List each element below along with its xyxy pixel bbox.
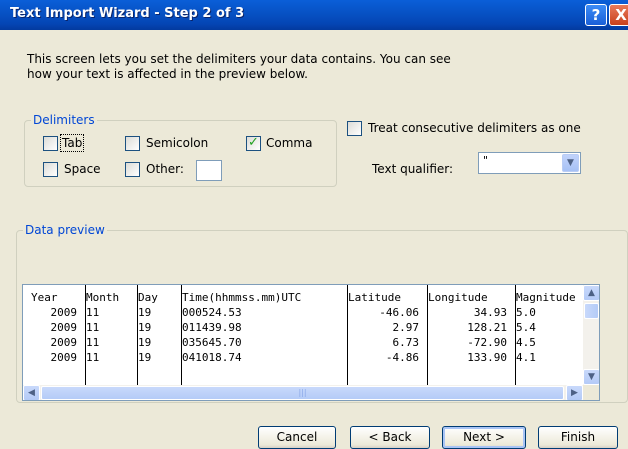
preview-cell: 4.1 bbox=[516, 351, 536, 364]
preview-cell: 19 bbox=[138, 321, 152, 334]
text-qualifier-label: Text qualifier: bbox=[372, 162, 454, 176]
preview-cell: 000524.53 bbox=[182, 306, 242, 319]
preview-cell: 2009 bbox=[50, 351, 78, 364]
preview-column[interactable]: Magnitude 5.0 5.4 4.5 4.1 bbox=[515, 285, 583, 385]
treat-consecutive-label[interactable]: Treat consecutive delimiters as one bbox=[368, 121, 581, 135]
preview-cell: -72.90 bbox=[467, 336, 507, 349]
preview-cell: 035645.70 bbox=[182, 336, 242, 349]
text-qualifier-select[interactable]: " ▼ bbox=[478, 152, 581, 174]
data-preview-grid[interactable]: Year 2009 2009 2009 2009 Month 11 11 11 11 Day 19 19… bbox=[23, 285, 583, 385]
delimiters-group: Delimiters bbox=[24, 113, 337, 187]
preview-column[interactable]: Day 19 19 19 19 bbox=[137, 285, 179, 385]
semicolon-label[interactable]: Semicolon bbox=[146, 136, 208, 150]
preview-column[interactable]: Longitude 34.93 128.21 -72.90 133.90 bbox=[427, 285, 513, 385]
intro-text: This screen lets you set the delimiters … bbox=[27, 52, 507, 82]
preview-cell: 11 bbox=[86, 321, 100, 334]
other-checkbox[interactable] bbox=[125, 162, 140, 177]
other-delimiter-input[interactable] bbox=[196, 160, 222, 181]
preview-column-header: Year bbox=[31, 291, 58, 304]
preview-cell: 5.4 bbox=[516, 321, 536, 334]
preview-cell: 11 bbox=[86, 351, 100, 364]
help-icon[interactable]: ? bbox=[585, 4, 607, 26]
space-label[interactable]: Space bbox=[64, 162, 101, 176]
back-button[interactable]: < Back bbox=[350, 426, 430, 449]
preview-column-header: Magnitude bbox=[516, 291, 576, 304]
finish-button[interactable]: Finish bbox=[538, 426, 618, 449]
data-preview-box[interactable]: Year 2009 2009 2009 2009 Month 11 11 11 11 Day 19 19… bbox=[22, 284, 600, 401]
preview-cell: 4.5 bbox=[516, 336, 536, 349]
scroll-right-icon[interactable]: ▶ bbox=[566, 385, 583, 400]
preview-cell: 6.73 bbox=[392, 336, 420, 349]
preview-column-header: Longitude bbox=[428, 291, 488, 304]
preview-cell: 011439.98 bbox=[182, 321, 242, 334]
chevron-down-icon[interactable]: ▼ bbox=[562, 154, 579, 172]
vertical-scrollbar[interactable]: ▲ ▼ bbox=[583, 285, 599, 385]
tab-label[interactable]: Tab bbox=[59, 134, 85, 152]
other-label[interactable]: Other: bbox=[146, 162, 184, 176]
cancel-button[interactable]: Cancel bbox=[258, 426, 336, 449]
semicolon-checkbox[interactable] bbox=[125, 136, 140, 151]
preview-column[interactable]: Year 2009 2009 2009 2009 bbox=[31, 285, 83, 385]
vertical-scroll-thumb[interactable] bbox=[584, 303, 599, 319]
preview-column[interactable]: Latitude -46.06 2.97 6.73 -4.86 bbox=[347, 285, 425, 385]
scroll-down-icon[interactable]: ▼ bbox=[583, 369, 599, 385]
preview-cell: 11 bbox=[86, 306, 100, 319]
title-bar[interactable]: Text Import Wizard - Step 2 of 3 ? X bbox=[0, 0, 628, 30]
scroll-up-icon[interactable]: ▲ bbox=[583, 285, 599, 301]
text-qualifier-value: " bbox=[483, 154, 489, 167]
horizontal-scroll-thumb[interactable]: ||| bbox=[41, 386, 564, 400]
preview-column[interactable]: Time(hhmmss.mm)UTC 000524.53 011439.98 0356… bbox=[181, 285, 345, 385]
next-button[interactable]: Next > bbox=[442, 426, 526, 449]
preview-cell: 2009 bbox=[50, 306, 78, 319]
preview-cell: 2009 bbox=[50, 321, 78, 334]
preview-cell: 2009 bbox=[50, 336, 78, 349]
preview-cell: 133.90 bbox=[467, 351, 507, 364]
preview-cell: 128.21 bbox=[467, 321, 507, 334]
intro-line-1: This screen lets you set the delimiters … bbox=[27, 52, 451, 66]
text-import-wizard-dialog: Text Import Wizard - Step 2 of 3 ? X Thi… bbox=[0, 0, 628, 449]
preview-cell: 19 bbox=[138, 306, 152, 319]
preview-cell: 041018.74 bbox=[182, 351, 242, 364]
horizontal-scrollbar[interactable]: ◀ ||| ▶ bbox=[23, 385, 583, 400]
preview-cell: 19 bbox=[138, 351, 152, 364]
preview-column-header: Latitude bbox=[348, 291, 401, 304]
tab-checkbox[interactable] bbox=[43, 136, 58, 151]
preview-cell: -4.86 bbox=[385, 351, 419, 364]
preview-cell: 2.97 bbox=[392, 321, 420, 334]
close-icon[interactable]: X bbox=[609, 4, 628, 26]
preview-cell: 5.0 bbox=[516, 306, 536, 319]
comma-checkbox[interactable] bbox=[246, 135, 261, 151]
preview-cell: 19 bbox=[138, 336, 152, 349]
preview-column-header: Day bbox=[138, 291, 158, 304]
comma-label[interactable]: Comma bbox=[266, 136, 312, 150]
preview-cell: 34.93 bbox=[473, 306, 507, 319]
preview-column[interactable]: Month 11 11 11 11 bbox=[85, 285, 135, 385]
scrollbar-corner bbox=[583, 385, 599, 400]
scroll-left-icon[interactable]: ◀ bbox=[23, 385, 40, 400]
preview-cell: -46.06 bbox=[379, 306, 419, 319]
intro-line-2: how your text is affected in the preview… bbox=[27, 67, 308, 81]
delimiters-group-title: Delimiters bbox=[31, 113, 97, 127]
space-checkbox[interactable] bbox=[43, 162, 58, 177]
preview-column-header: Time(hhmmss.mm)UTC bbox=[182, 291, 302, 304]
window-title: Text Import Wizard - Step 2 of 3 bbox=[10, 6, 245, 21]
data-preview-title: Data preview bbox=[23, 223, 107, 237]
preview-cell: 11 bbox=[86, 336, 100, 349]
preview-column-header: Month bbox=[86, 291, 120, 304]
treat-consecutive-checkbox[interactable] bbox=[347, 121, 362, 136]
